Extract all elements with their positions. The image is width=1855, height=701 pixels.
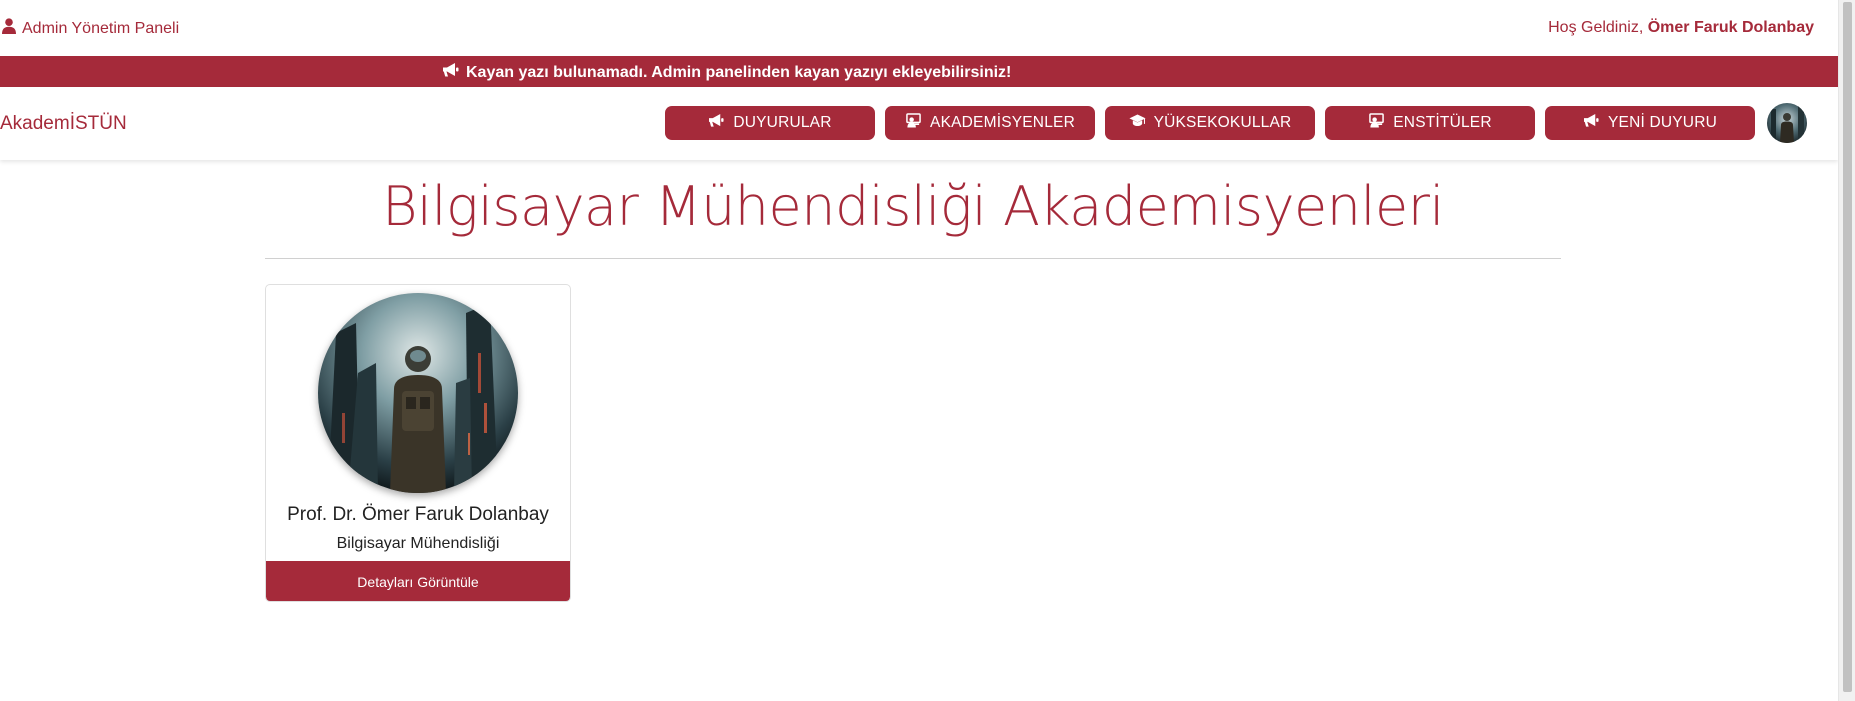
- academic-card: Prof. Dr. Ömer Faruk Dolanbay Bilgisayar…: [265, 284, 571, 602]
- marquee-banner: Kayan yazı bulunamadı. Admin panelinden …: [0, 56, 1838, 87]
- nav-button-label: YÜKSEKOKULLAR: [1153, 114, 1292, 131]
- user-avatar[interactable]: [1767, 103, 1807, 143]
- nav-button-yeni-duyuru[interactable]: YENİ DUYURU: [1545, 106, 1755, 140]
- nav-button-label: DUYURULAR: [733, 114, 832, 131]
- nav-button-label: AKADEMİSYENLER: [930, 114, 1075, 131]
- scrollbar-thumb[interactable]: [1843, 2, 1852, 692]
- vertical-scrollbar[interactable]: [1838, 0, 1855, 701]
- teacher-icon: [905, 113, 922, 133]
- academic-name: Prof. Dr. Ömer Faruk Dolanbay: [287, 504, 549, 525]
- nav-button-label: YENİ DUYURU: [1608, 114, 1717, 131]
- admin-panel-label: Admin Yönetim Paneli: [22, 19, 180, 37]
- academic-department: Bilgisayar Mühendisliği: [336, 535, 500, 552]
- megaphone-icon: [708, 113, 725, 133]
- user-name: Ömer Faruk Dolanbay: [1647, 19, 1814, 36]
- page: Admin Yönetim Paneli Hoş Geldiniz, Ömer …: [0, 0, 1838, 701]
- nav-button-label: ENSTİTÜLER: [1393, 114, 1492, 131]
- graduation-cap-icon: [1128, 113, 1146, 133]
- welcome-prefix: Hoş Geldiniz,: [1548, 19, 1644, 36]
- welcome-message: Hoş Geldiniz, Ömer Faruk Dolanbay: [1548, 19, 1814, 37]
- nav-button-akademisyenler[interactable]: AKADEMİSYENLER: [885, 106, 1095, 140]
- title-divider: [265, 258, 1561, 259]
- nav-button-yuksekokullar[interactable]: YÜKSEKOKULLAR: [1105, 106, 1315, 140]
- page-title: Bilgisayar Mühendisliği Akademisyenleri: [382, 175, 1444, 238]
- admin-panel-link[interactable]: Admin Yönetim Paneli: [2, 18, 179, 39]
- user-icon: [2, 18, 16, 39]
- brand-logo[interactable]: AkademİSTÜN: [0, 113, 127, 135]
- top-bar: Admin Yönetim Paneli Hoş Geldiniz, Ömer …: [0, 0, 1838, 56]
- marquee-text: Kayan yazı bulunamadı. Admin panelinden …: [466, 63, 1012, 81]
- view-details-button[interactable]: Detayları Görüntüle: [266, 561, 570, 601]
- teacher-icon: [1368, 113, 1385, 133]
- main-navbar: AkademİSTÜN DUYURULAR AKADEMİSYENLER YÜK…: [0, 87, 1838, 160]
- academic-photo: [318, 293, 518, 493]
- megaphone-icon: [1583, 113, 1600, 133]
- nav-button-enstituler[interactable]: ENSTİTÜLER: [1325, 106, 1535, 140]
- nav-button-duyurular[interactable]: DUYURULAR: [665, 106, 875, 140]
- megaphone-icon: [442, 62, 460, 83]
